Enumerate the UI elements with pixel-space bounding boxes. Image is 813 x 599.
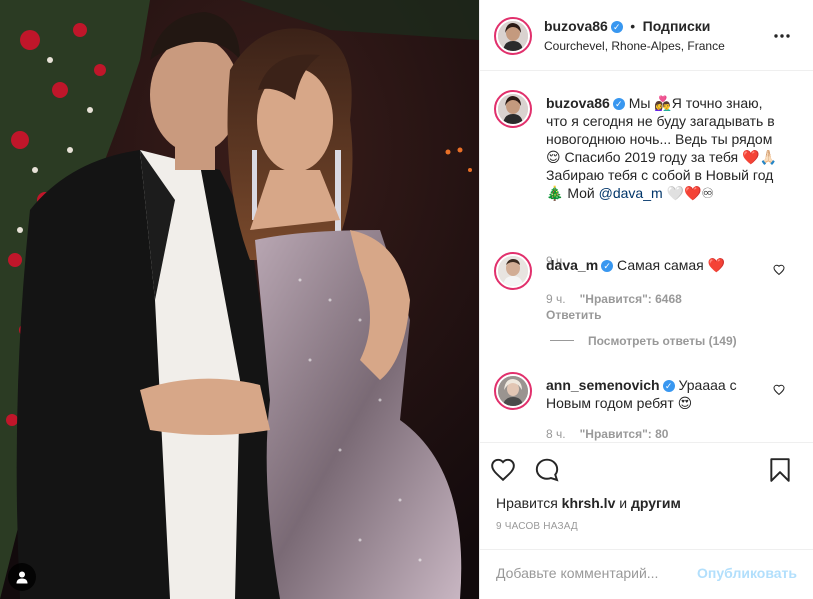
commenter-avatar[interactable] — [494, 252, 532, 290]
comment-text: ann_semenovich ✓ Ураааа с Новым годом реб… — [546, 376, 779, 412]
verified-badge-icon: ✓ — [612, 98, 625, 110]
comment-body: Самая самая ❤️ — [617, 257, 726, 273]
avatar-portrait-icon — [498, 256, 528, 286]
user-tags-button[interactable] — [8, 563, 36, 591]
post-header: buzova86 ✓ • Подписки Courchevel, Rhone-A… — [480, 0, 813, 71]
comment-likes[interactable]: "Нравится": 80 — [580, 427, 669, 441]
caption-username[interactable]: buzova86 — [546, 95, 610, 111]
header-separator: • — [630, 18, 636, 34]
author-avatar[interactable] — [494, 17, 532, 55]
caption-body-end: 🤍❤️♾ — [662, 185, 714, 201]
verified-badge-icon: ✓ — [610, 21, 623, 33]
comment-time[interactable]: 8 ч. — [546, 427, 566, 441]
author-username[interactable]: buzova86 — [544, 18, 608, 34]
post-actions: Нравится khrsh.lv и другим 9 ЧАСОВ НАЗАД — [480, 442, 813, 557]
comment-meta: 9 ч. "Нравится": 6468 — [546, 292, 682, 306]
liked-by-user-link[interactable]: khrsh.lv — [562, 495, 616, 511]
save-bookmark-icon[interactable] — [769, 457, 791, 483]
liked-by-and: и — [619, 495, 628, 511]
comments-list[interactable]: buzova86 ✓ Мы 👩‍❤️‍👨Я точно знаю, что я с… — [480, 71, 813, 442]
commenter-avatar[interactable] — [494, 372, 532, 410]
avatar-portrait-icon — [498, 376, 528, 406]
liked-by-others-link[interactable]: другим — [631, 495, 681, 511]
view-replies-button[interactable]: Посмотреть ответы (149) — [588, 334, 737, 348]
publish-button[interactable]: Опубликовать — [697, 565, 797, 581]
post-photo[interactable] — [0, 0, 479, 599]
comment-bubble-icon[interactable] — [534, 457, 560, 483]
like-comment-heart-icon[interactable] — [773, 264, 785, 276]
post-photo-illustration — [0, 0, 479, 599]
caption-mention-link[interactable]: @dava_m — [599, 185, 663, 201]
more-horizontal-icon — [774, 34, 790, 38]
post-details-panel: buzova86 ✓ • Подписки Courchevel, Rhone-A… — [479, 0, 813, 599]
follow-status-button[interactable]: Подписки — [643, 18, 711, 34]
comment-likes[interactable]: "Нравится": 6468 — [580, 292, 682, 306]
liked-by-prefix: Нравится — [496, 495, 558, 511]
replies-divider — [550, 340, 574, 341]
comment-text: dava_m ✓ Самая самая ❤️ — [546, 256, 779, 274]
post-timestamp[interactable]: 9 ЧАСОВ НАЗАД — [496, 521, 578, 532]
add-comment-form: Опубликовать — [480, 549, 813, 599]
caption-text: buzova86 ✓ Мы 👩‍❤️‍👨Я точно знаю, что я с… — [546, 94, 785, 202]
avatar-portrait-icon — [498, 21, 528, 51]
like-heart-icon[interactable] — [490, 457, 516, 483]
person-icon — [16, 571, 28, 584]
verified-badge-icon: ✓ — [601, 260, 614, 272]
post-location[interactable]: Courchevel, Rhone-Alpes, France — [544, 39, 725, 53]
avatar-portrait-icon — [498, 94, 528, 124]
comment-time[interactable]: 9 ч. — [546, 292, 566, 306]
reply-button[interactable]: Ответить — [546, 308, 601, 322]
caption-author-avatar[interactable] — [494, 90, 532, 128]
comment-input[interactable] — [496, 562, 686, 584]
commenter-username[interactable]: ann_semenovich — [546, 377, 660, 393]
more-options-button[interactable] — [773, 26, 791, 44]
verified-badge-icon: ✓ — [662, 380, 675, 392]
liked-by: Нравится khrsh.lv и другим — [496, 495, 681, 511]
commenter-username[interactable]: dava_m — [546, 257, 598, 273]
comment-meta: 8 ч. "Нравится": 80 — [546, 427, 668, 441]
like-comment-heart-icon[interactable] — [773, 384, 785, 396]
